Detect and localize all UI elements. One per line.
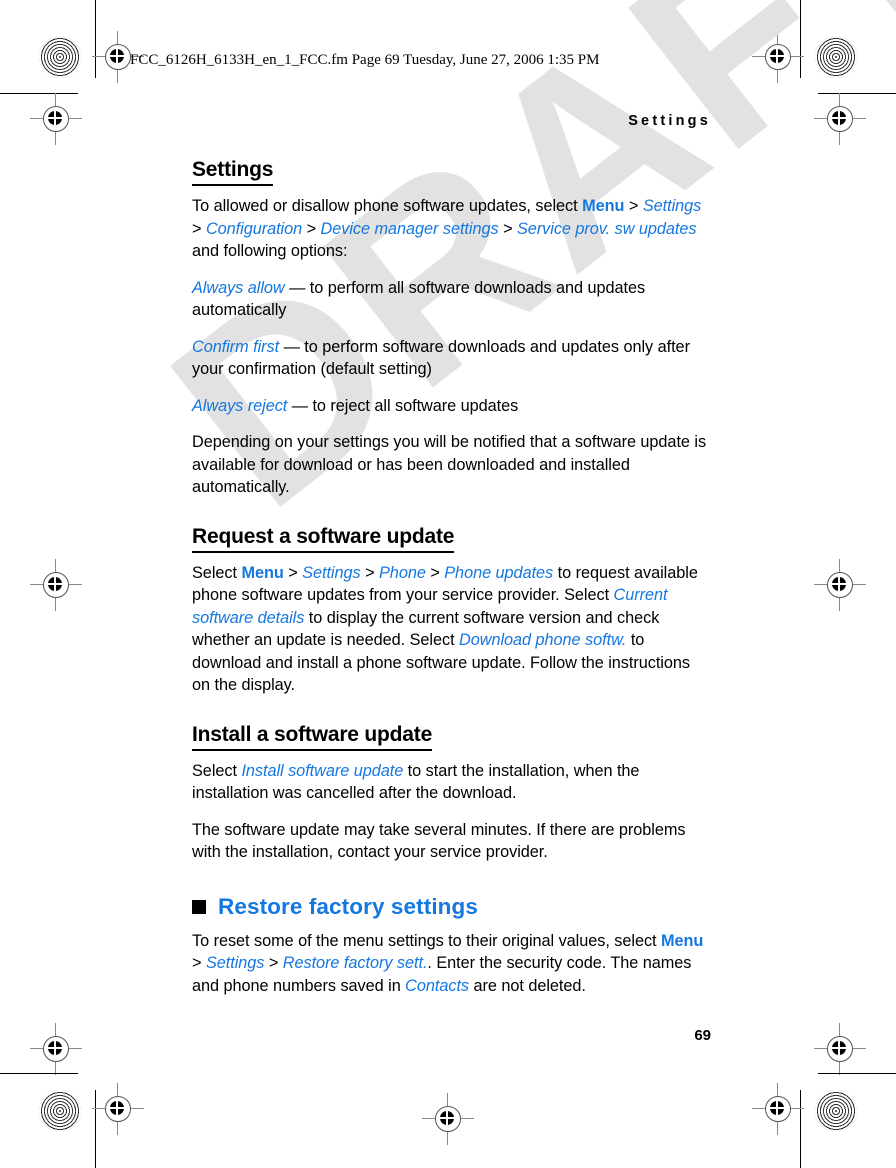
ui-settings: Settings bbox=[302, 563, 361, 582]
paragraph-settings-note: Depending on your settings you will be n… bbox=[192, 433, 707, 496]
document-page: Settings Settings To allowed or disallow… bbox=[0, 0, 896, 1168]
page-number: 69 bbox=[694, 1027, 711, 1044]
ui-settings: Settings bbox=[205, 954, 265, 972]
text-fragment: > bbox=[624, 197, 643, 215]
text-fragment: Select bbox=[192, 563, 242, 582]
text-fragment: To allowed or disallow phone software up… bbox=[192, 197, 583, 215]
text-fragment: > bbox=[302, 219, 321, 238]
ui-always-allow: Always allow bbox=[192, 278, 285, 297]
ui-device-manager-settings: Device manager settings bbox=[320, 219, 499, 238]
text-fragment: are not deleted. bbox=[469, 976, 586, 995]
ui-phone: Phone bbox=[379, 563, 426, 582]
paragraph-restore-factory: To reset some of the menu settings to th… bbox=[192, 930, 708, 998]
text-fragment: > bbox=[283, 563, 303, 582]
text-fragment: > bbox=[192, 954, 206, 972]
ui-confirm-first: Confirm first bbox=[192, 337, 280, 356]
ui-menu: Menu bbox=[582, 197, 625, 215]
ui-menu: Menu bbox=[241, 563, 284, 582]
heading-restore-factory-settings: Restore factory settings bbox=[192, 894, 708, 920]
ui-always-reject: Always reject bbox=[192, 396, 288, 415]
text-fragment: To reset some of the menu settings to th… bbox=[192, 931, 661, 950]
square-bullet-icon bbox=[192, 899, 206, 914]
running-head: Settings bbox=[628, 113, 711, 129]
text-fragment: > bbox=[425, 563, 445, 582]
page-content: Settings To allowed or disallow phone so… bbox=[192, 158, 708, 1011]
ui-configuration: Configuration bbox=[205, 219, 303, 238]
paragraph-install-update-2: The software update may take several min… bbox=[192, 820, 686, 862]
ui-settings: Settings bbox=[642, 197, 702, 215]
ui-download-phone-softw: Download phone softw. bbox=[459, 631, 627, 649]
paragraph-option-always-reject: Always reject — to reject all software u… bbox=[192, 395, 708, 418]
text-fragment: — to reject all software updates bbox=[287, 396, 519, 415]
text-fragment: and following options: bbox=[192, 242, 348, 260]
text-fragment: > bbox=[264, 954, 283, 972]
ui-phone-updates: Phone updates bbox=[444, 563, 554, 582]
ui-restore-factory-sett: Restore factory sett. bbox=[282, 954, 428, 972]
section-install-update: Install a software update bbox=[192, 723, 708, 760]
ui-install-software-update: Install software update bbox=[241, 761, 404, 780]
paragraph-option-confirm-first: Confirm first — to perform software down… bbox=[192, 336, 708, 381]
heading-install-a-software-update: Install a software update bbox=[192, 723, 432, 751]
section-request-update: Request a software update bbox=[192, 525, 708, 562]
ui-menu: Menu bbox=[661, 931, 704, 950]
heading-text: Restore factory settings bbox=[218, 893, 478, 919]
paragraph-request-update: Select Menu > Settings > Phone > Phone u… bbox=[192, 562, 708, 697]
text-fragment: > bbox=[192, 219, 206, 238]
text-fragment: > bbox=[498, 219, 517, 238]
paragraph-option-always-allow: Always allow — to perform all software d… bbox=[192, 277, 708, 322]
paragraph-settings-intro: To allowed or disallow phone software up… bbox=[192, 195, 708, 263]
ui-contacts: Contacts bbox=[405, 976, 470, 995]
heading-settings: Settings bbox=[192, 158, 273, 186]
paragraph-install-update-1: Select Install software update to start … bbox=[192, 760, 708, 805]
text-fragment: Select bbox=[192, 761, 242, 780]
heading-request-a-software-update: Request a software update bbox=[192, 525, 454, 553]
ui-service-prov-sw-updates: Service prov. sw updates bbox=[517, 219, 697, 238]
text-fragment: > bbox=[360, 563, 379, 582]
section-settings: Settings bbox=[192, 158, 708, 195]
